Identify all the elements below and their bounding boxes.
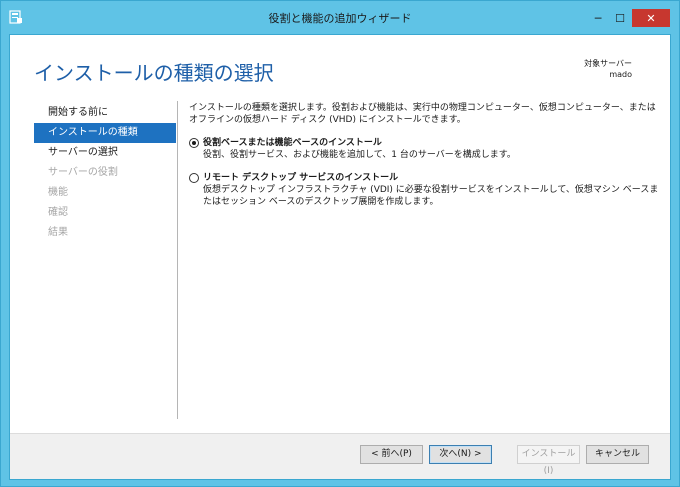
option-role-based[interactable]: 役割ベースまたは機能ベースのインストール 役割、役割サービス、および機能を追加し…	[189, 137, 661, 161]
main-panel: インストールの種類を選択します。役割および機能は、実行中の物理コンピューター、仮…	[189, 102, 661, 208]
minimize-button[interactable]: ─	[587, 9, 609, 27]
maximize-button[interactable]: ☐	[609, 9, 631, 27]
radio-remote-desktop[interactable]	[189, 173, 199, 183]
nav-item-confirmation: 確認	[48, 207, 68, 218]
window-title: 役割と機能の追加ウィザード	[268, 12, 412, 25]
option-remote-desktop-description: 仮想デスクトップ インフラストラクチャ (VDI) に必要な役割サービスをインス…	[203, 185, 659, 207]
nav-item-server-roles: サーバーの役割	[48, 167, 118, 178]
option-remote-desktop-title[interactable]: リモート デスクトップ サービスのインストール	[203, 172, 661, 184]
nav-item-installation-type[interactable]: インストールの種類	[34, 123, 176, 143]
option-role-based-title[interactable]: 役割ベースまたは機能ベースのインストール	[203, 137, 661, 149]
nav-item-before-you-begin[interactable]: 開始する前に	[34, 103, 176, 123]
target-server-info: 対象サーバー mado	[584, 58, 632, 80]
install-button: インストール(I)	[517, 445, 580, 476]
installation-type-description: インストールの種類を選択します。役割および機能は、実行中の物理コンピューター、仮…	[189, 103, 656, 125]
close-button[interactable]: ✕	[632, 9, 670, 27]
nav-item-features: 機能	[48, 187, 68, 198]
wizard-steps-nav: 開始する前に インストールの種類 サーバーの選択 サーバーの役割 機能 確認 結…	[34, 103, 176, 243]
wizard-window: 役割と機能の追加ウィザード ─ ☐ ✕ インストールの種類の選択 対象サーバー …	[0, 0, 680, 487]
wizard-footer: < 前へ(P) 次へ(N) > インストール(I) キャンセル	[10, 433, 670, 479]
radio-role-based[interactable]	[189, 138, 199, 148]
nav-item-server-selection[interactable]: サーバーの選択	[34, 143, 176, 163]
close-icon: ✕	[646, 11, 656, 25]
title-bar[interactable]: 役割と機能の追加ウィザード ─ ☐ ✕	[1, 1, 679, 34]
wizard-content: インストールの種類の選択 対象サーバー mado 開始する前に インストールの種…	[9, 34, 671, 480]
target-server-label: 対象サーバー	[584, 59, 632, 68]
maximize-icon: ☐	[615, 11, 625, 25]
page-title: インストールの種類の選択	[34, 61, 274, 85]
minimize-icon: ─	[594, 11, 602, 25]
next-button[interactable]: 次へ(N) >	[429, 445, 492, 464]
nav-item-results: 結果	[48, 227, 68, 238]
option-remote-desktop[interactable]: リモート デスクトップ サービスのインストール 仮想デスクトップ インフラストラ…	[189, 172, 661, 208]
cancel-button[interactable]: キャンセル	[586, 445, 649, 464]
target-server-name: mado	[609, 70, 632, 79]
option-role-based-description: 役割、役割サービス、および機能を追加して、1 台のサーバーを構成します。	[203, 150, 516, 160]
sidebar-divider	[177, 101, 178, 419]
previous-button[interactable]: < 前へ(P)	[360, 445, 423, 464]
